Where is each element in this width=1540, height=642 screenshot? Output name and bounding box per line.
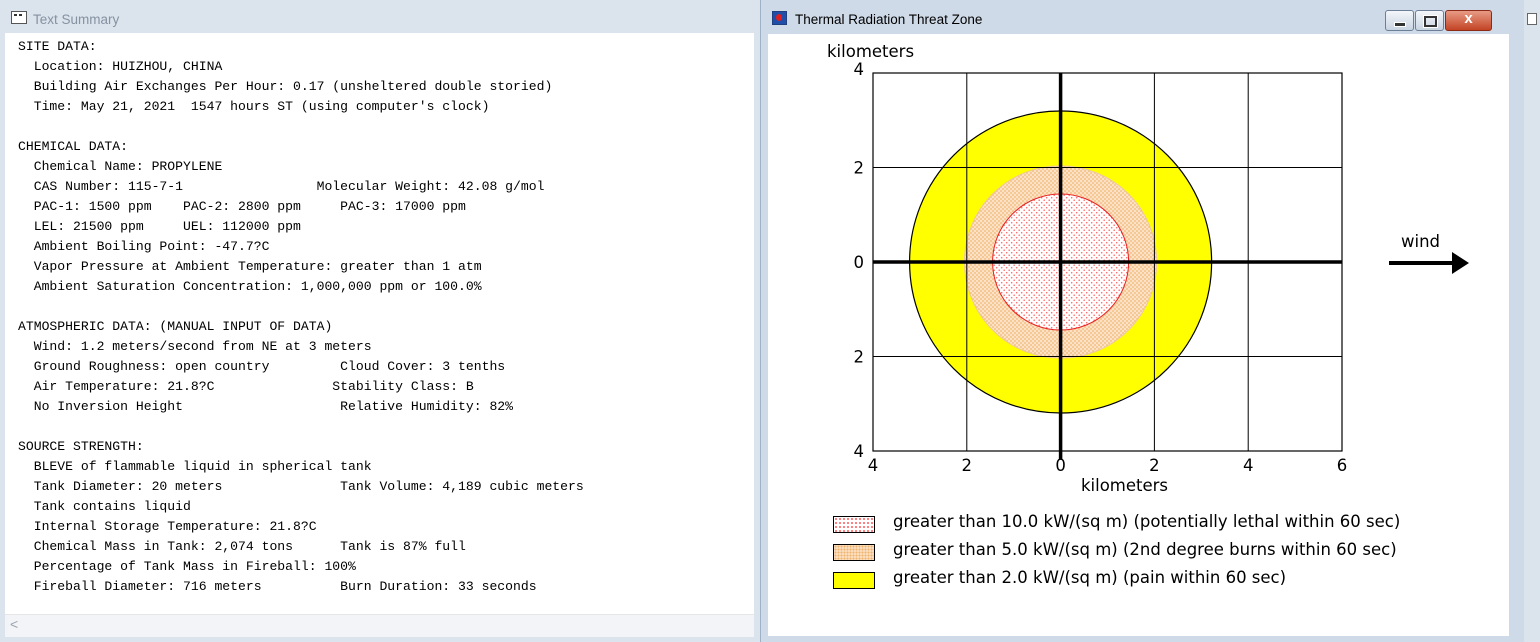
text-summary-content[interactable]: SITE DATA: Location: HUIZHOU, CHINA Buil… <box>5 33 754 614</box>
legend-swatch-1 <box>833 544 875 561</box>
text-summary-titlebar[interactable]: Text Summary <box>0 8 760 32</box>
y-tick-label: 0 <box>854 253 865 272</box>
maximize-button[interactable] <box>1415 10 1444 31</box>
text-summary-window: Text Summary SITE DATA: Location: HUIZHO… <box>0 0 760 642</box>
x-tick-label: 2 <box>962 456 973 475</box>
y-tick-label: 4 <box>854 442 865 461</box>
threat-zone-titlebar[interactable]: Thermal Radiation Threat Zone x <box>761 8 1525 34</box>
threat-zone-plot-area: 4 2 0 2 4 6 4 2 0 2 4 kilometers kilometers wind great… <box>768 34 1509 636</box>
wind-arrow-icon <box>1452 252 1469 274</box>
minimize-button[interactable] <box>1385 10 1414 31</box>
threat-zone-title: Thermal Radiation Threat Zone <box>795 12 983 27</box>
background-window-edge <box>1524 0 1540 642</box>
x-tick-label: 2 <box>1149 456 1160 475</box>
background-window-icon <box>1527 13 1537 25</box>
y-tick-label: 2 <box>854 159 865 178</box>
x-tick-label: 6 <box>1337 456 1348 475</box>
legend-swatch-2 <box>833 572 875 589</box>
scroll-left-arrow-icon[interactable]: < <box>10 616 18 632</box>
horizontal-scrollbar[interactable]: < <box>5 614 754 637</box>
close-button[interactable]: x <box>1445 10 1492 31</box>
wind-label: wind <box>1401 232 1440 251</box>
minimize-icon <box>1394 22 1406 27</box>
x-tick-label: 0 <box>1055 456 1066 475</box>
threat-zone-window: Thermal Radiation Threat Zone x 4 2 0 2 4 6 4 2… <box>760 0 1525 642</box>
close-icon: x <box>1464 10 1473 27</box>
legend-label-2: greater than 2.0 kW/(sq m) (pain within … <box>893 568 1287 587</box>
x-axis-title: kilometers <box>1081 476 1168 495</box>
maximize-icon <box>1423 15 1438 28</box>
threat-zone-app-icon <box>772 11 787 25</box>
legend-swatch-0 <box>833 516 875 533</box>
text-summary-title: Text Summary <box>33 12 120 27</box>
text-window-icon <box>11 11 27 24</box>
y-axis-title: kilometers <box>827 42 914 61</box>
y-tick-label: 2 <box>854 348 865 367</box>
y-tick-label: 4 <box>854 60 865 79</box>
legend-label-0: greater than 10.0 kW/(sq m) (potentially… <box>893 512 1401 531</box>
x-tick-label: 4 <box>1243 456 1254 475</box>
x-tick-label: 4 <box>868 456 879 475</box>
legend-label-1: greater than 5.0 kW/(sq m) (2nd degree b… <box>893 540 1397 559</box>
summary-text: SITE DATA: Location: HUIZHOU, CHINA Buil… <box>18 39 584 594</box>
